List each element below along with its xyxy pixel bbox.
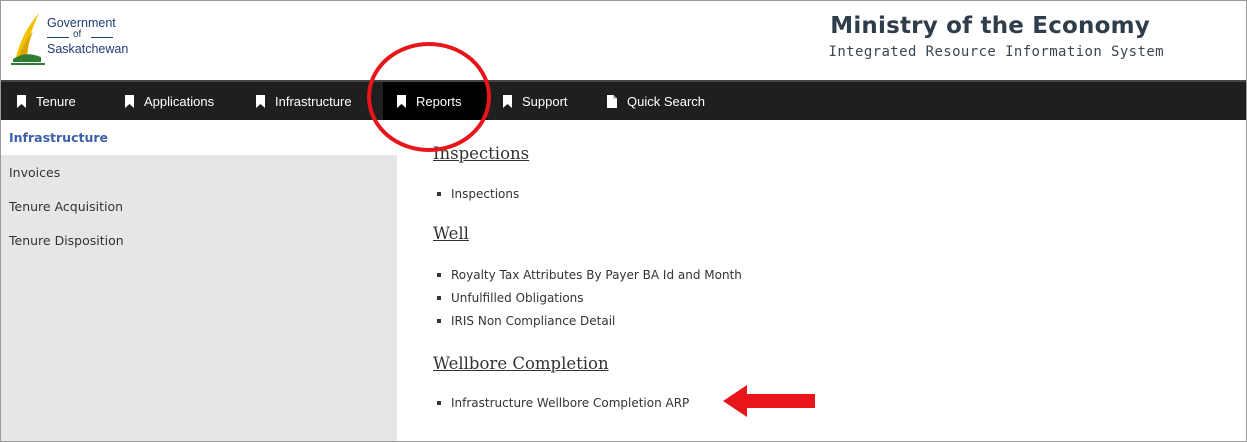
nav-item-label: Applications [144, 93, 215, 109]
report-list-well: Royalty Tax Attributes By Payer BA Id an… [437, 264, 742, 333]
report-link-label: Infrastructure Wellbore Completion ARP [451, 396, 690, 410]
app-window: Government of Saskatchewan Ministry of t… [0, 0, 1247, 442]
bullet-icon [437, 318, 441, 323]
gov-of-text: of [73, 29, 82, 40]
section-title-inspections: Inspections [433, 144, 530, 163]
gov-line-government: Government [47, 16, 116, 30]
nav-item-label: Tenure [36, 93, 76, 109]
reports-content: Inspections Inspections Well Royalty Tax… [397, 120, 1246, 441]
bullet-icon [437, 400, 441, 405]
document-icon [607, 94, 617, 108]
gov-line-saskatchewan: Saskatchewan [47, 42, 129, 56]
sidebar-item-tenure-acquisition[interactable]: Tenure Acquisition [1, 189, 397, 223]
sidebar-item-invoices[interactable]: Invoices [1, 155, 397, 189]
report-link-label: Royalty Tax Attributes By Payer BA Id an… [451, 268, 742, 282]
nav-item-support[interactable]: Support [503, 82, 568, 120]
report-link-label: Unfulfilled Obligations [451, 291, 584, 305]
bookmark-icon [397, 94, 406, 108]
nav-item-label: Quick Search [627, 93, 706, 109]
bookmark-icon [125, 94, 134, 108]
sidebar-item-label: Infrastructure [9, 130, 108, 145]
nav-item-tenure[interactable]: Tenure [17, 82, 76, 120]
report-link-label: IRIS Non Compliance Detail [451, 314, 616, 328]
main-nav: Tenure Applications Infrastructure Repor… [1, 80, 1246, 120]
wheat-sheaf-icon [11, 13, 45, 65]
nav-item-infrastructure[interactable]: Infrastructure [256, 82, 352, 120]
government-logo[interactable]: Government of Saskatchewan [11, 9, 171, 65]
nav-item-label: Support [522, 93, 568, 109]
bookmark-icon [17, 94, 26, 108]
report-list-inspections: Inspections [437, 183, 519, 206]
ministry-title: Ministry of the Economy [830, 13, 1150, 39]
section-title-wellbore-completion: Wellbore Completion [433, 354, 609, 373]
sidebar-item-infrastructure[interactable]: Infrastructure [1, 120, 397, 155]
bookmark-icon [256, 94, 265, 108]
sidebar-item-label: Invoices [9, 164, 61, 180]
bullet-icon [437, 295, 441, 300]
sidebar-item-tenure-disposition[interactable]: Tenure Disposition [1, 223, 397, 257]
report-link[interactable]: IRIS Non Compliance Detail [437, 310, 742, 333]
sidebar: Infrastructure Invoices Tenure Acquisiti… [1, 120, 397, 441]
sidebar-item-label: Tenure Acquisition [9, 198, 124, 214]
report-link[interactable]: Unfulfilled Obligations [437, 287, 742, 310]
nav-item-label: Infrastructure [275, 93, 352, 109]
system-subtitle: Integrated Resource Information System [828, 44, 1164, 60]
section-title-well: Well [433, 224, 469, 243]
report-link[interactable]: Royalty Tax Attributes By Payer BA Id an… [437, 264, 742, 287]
bullet-icon [437, 272, 441, 277]
nav-item-label: Reports [416, 93, 462, 109]
bookmark-icon [503, 94, 512, 108]
report-link[interactable]: Infrastructure Wellbore Completion ARP [437, 392, 689, 415]
report-list-wellbore-completion: Infrastructure Wellbore Completion ARP [437, 392, 689, 415]
nav-item-reports[interactable]: Reports [383, 82, 487, 120]
report-link-label: Inspections [451, 187, 520, 201]
header: Government of Saskatchewan Ministry of t… [1, 1, 1246, 75]
nav-item-quick-search[interactable]: Quick Search [607, 82, 705, 120]
report-link[interactable]: Inspections [437, 183, 519, 206]
bullet-icon [437, 191, 441, 196]
nav-item-applications[interactable]: Applications [125, 82, 214, 120]
sidebar-item-label: Tenure Disposition [9, 232, 124, 248]
